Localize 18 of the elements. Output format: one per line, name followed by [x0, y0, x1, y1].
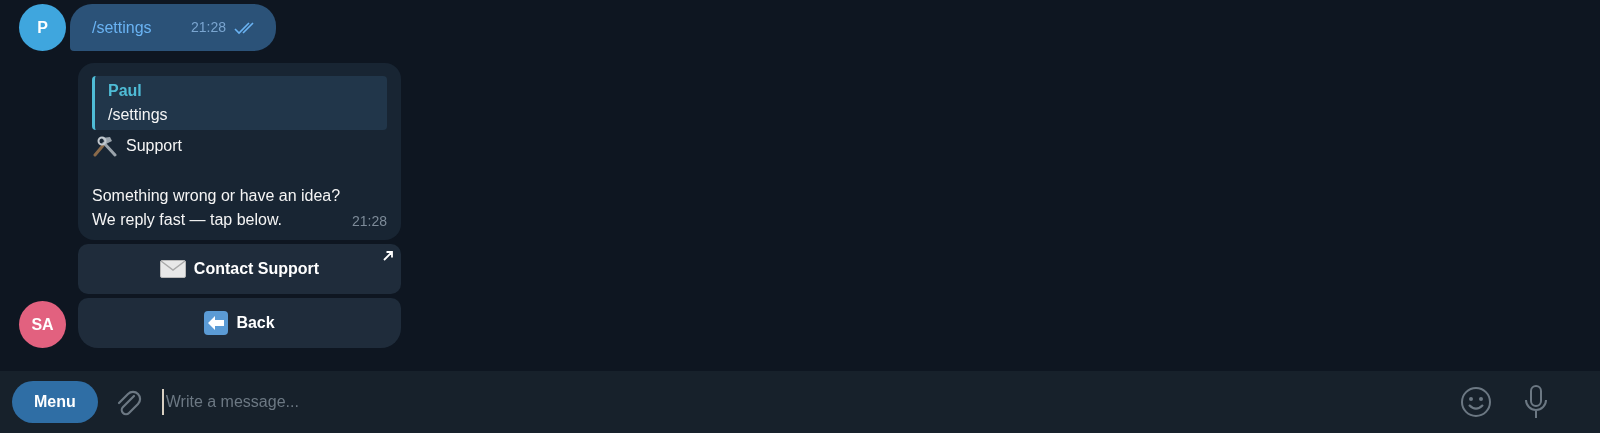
reply-sender: Paul	[108, 81, 143, 101]
envelope-icon	[159, 260, 186, 278]
message-time: 21:28	[190, 18, 226, 37]
inline-button[interactable]: Contact Support	[78, 244, 401, 294]
menu-button[interactable]: Menu	[12, 381, 98, 423]
message-text: /settings	[92, 17, 152, 38]
message-text: Something wrong or have an idea?	[92, 186, 342, 206]
message-title: Support	[126, 136, 183, 156]
message-input[interactable]: Write a message...	[161, 389, 562, 415]
message-time: 21:28	[351, 212, 387, 231]
message-text: We reply fast — tap below.	[92, 210, 282, 230]
emoji-icon[interactable]	[1460, 386, 1492, 418]
microphone-icon[interactable]	[1524, 385, 1548, 419]
avatar: P	[19, 4, 66, 51]
reply-text: /settings	[108, 105, 169, 125]
inline-button[interactable]: Back	[78, 298, 401, 348]
hammer-wrench-icon	[92, 135, 118, 157]
avatar: SA	[19, 301, 66, 348]
